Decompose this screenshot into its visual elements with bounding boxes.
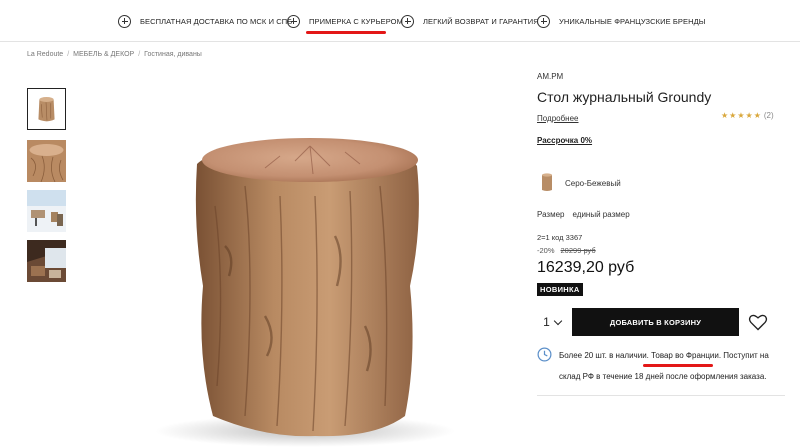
thumbnail-image bbox=[27, 140, 66, 182]
more-details-link[interactable]: Подробнее bbox=[537, 114, 579, 123]
tree-stump-image bbox=[155, 138, 455, 447]
color-name: Серо-Бежевый bbox=[565, 179, 621, 188]
red-annotation-underline bbox=[306, 31, 386, 34]
red-annotation-underline bbox=[643, 364, 713, 367]
plus-circle-icon bbox=[537, 14, 550, 28]
chevron-down-icon bbox=[553, 316, 563, 325]
breadcrumb: La Redoute / МЕБЕЛЬ & ДЕКОР / Гостиная, дива… bbox=[27, 51, 202, 58]
plus-circle-icon bbox=[118, 14, 131, 28]
clock-icon-graphic bbox=[537, 347, 552, 362]
product-main-image[interactable] bbox=[105, 86, 500, 448]
thumbnail-image bbox=[28, 89, 65, 129]
perk-label: ПРИМЕРКА С КУРЬЕРОМ bbox=[309, 16, 403, 26]
quantity-value: 1 bbox=[543, 315, 550, 329]
perk-courier-fitting[interactable]: ПРИМЕРКА С КУРЬЕРОМ bbox=[287, 14, 403, 28]
thumbnail-image bbox=[27, 240, 66, 282]
installment-link[interactable]: Рассрочка 0% bbox=[537, 136, 592, 145]
thumbnail-2[interactable] bbox=[27, 140, 66, 182]
breadcrumb-item[interactable]: Гостиная, диваны bbox=[144, 51, 202, 58]
color-swatch[interactable] bbox=[539, 172, 555, 193]
perk-free-delivery[interactable]: БЕСПЛАТНАЯ ДОСТАВКА ПО МСК И СПБ bbox=[118, 14, 292, 28]
breadcrumb-separator: / bbox=[67, 51, 70, 58]
new-badge: НОВИНКА bbox=[537, 283, 583, 296]
wishlist-button[interactable] bbox=[748, 312, 768, 332]
size-label: Размер bbox=[537, 210, 565, 219]
breadcrumb-item[interactable]: La Redoute bbox=[27, 51, 63, 58]
divider bbox=[537, 395, 785, 396]
thumbnail-image bbox=[27, 190, 66, 232]
quantity-select[interactable]: 1 bbox=[537, 308, 567, 336]
size-row: Размер единый размер bbox=[537, 210, 630, 219]
heart-icon bbox=[748, 314, 768, 331]
product-brand[interactable]: AM.PM bbox=[537, 72, 563, 81]
thumbnail-4[interactable] bbox=[27, 240, 66, 282]
rating-count: (2) bbox=[763, 111, 774, 120]
discount-percent: -20% bbox=[537, 246, 555, 255]
size-value: единый размер bbox=[572, 210, 630, 219]
current-price: 16239,20 руб bbox=[537, 259, 635, 276]
clock-icon bbox=[537, 347, 552, 362]
perk-label: УНИКАЛЬНЫЕ ФРАНЦУЗСКИЕ БРЕНДЫ bbox=[559, 16, 706, 26]
plus-circle-icon bbox=[401, 14, 414, 28]
add-to-cart-button[interactable]: ДОБАВИТЬ В КОРЗИНУ bbox=[572, 308, 739, 336]
plus-circle-icon bbox=[287, 14, 300, 28]
perk-label: ЛЕГКИЙ ВОЗВРАТ И ГАРАНТИЯ bbox=[423, 16, 539, 26]
perk-label: БЕСПЛАТНАЯ ДОСТАВКА ПО МСК И СПБ bbox=[140, 16, 293, 26]
stock-info-line-1: Более 20 шт. в наличии. Товар во Франции… bbox=[559, 351, 769, 360]
perk-easy-return[interactable]: ЛЕГКИЙ ВОЗВРАТ И ГАРАНТИЯ bbox=[401, 14, 539, 28]
old-price: 20299 руб bbox=[560, 246, 596, 255]
breadcrumb-separator: / bbox=[138, 51, 141, 58]
thumbnail-1[interactable] bbox=[27, 88, 66, 130]
perk-french-brands[interactable]: УНИКАЛЬНЫЕ ФРАНЦУЗСКИЕ БРЕНДЫ bbox=[537, 14, 706, 28]
color-swatch-image bbox=[542, 173, 552, 191]
perks-bar: БЕСПЛАТНАЯ ДОСТАВКА ПО МСК И СПБ ПРИМЕРК… bbox=[0, 0, 800, 42]
product-title: Стол журнальный Groundy bbox=[537, 89, 712, 105]
breadcrumb-item[interactable]: МЕБЕЛЬ & ДЕКОР bbox=[73, 51, 134, 58]
rating-stars-icon: ★★★★★ bbox=[721, 111, 762, 120]
stock-info-line-2: склад РФ в течение 18 дней после оформле… bbox=[559, 372, 767, 381]
discount-row: -20% 20299 руб bbox=[537, 246, 596, 255]
promo-code: 2=1 код 3367 bbox=[537, 233, 583, 242]
thumbnail-3[interactable] bbox=[27, 190, 66, 232]
product-rating[interactable]: ★★★★★ (2) bbox=[721, 111, 774, 120]
